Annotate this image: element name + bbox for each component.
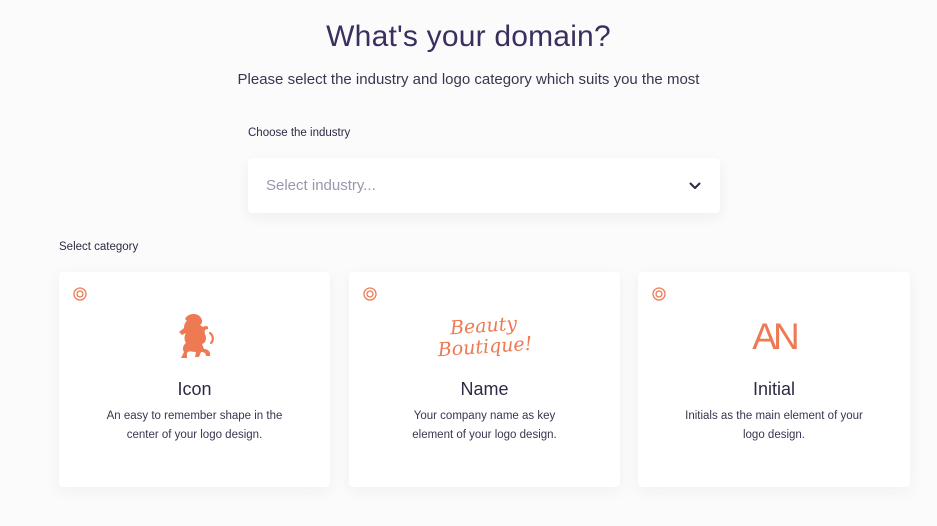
category-card-initial[interactable]: AN Initial Initials as the main element … xyxy=(638,272,910,487)
lion-rampant-icon xyxy=(59,310,330,364)
name-logo-sample: Beauty Boutique! xyxy=(349,310,620,364)
industry-select-placeholder: Select industry... xyxy=(266,177,376,194)
logo-sample-line2: Boutique! xyxy=(437,332,534,362)
card-description: Your company name as key element of your… xyxy=(412,410,557,441)
radio-button[interactable] xyxy=(73,287,87,301)
card-title: Name xyxy=(460,379,509,399)
category-card-icon[interactable]: Icon An easy to remember shape in the ce… xyxy=(59,272,330,487)
logo-sample-initials: AN xyxy=(752,316,799,357)
radio-button[interactable] xyxy=(363,287,377,301)
category-label: Select category xyxy=(59,241,139,253)
industry-label: Choose the industry xyxy=(248,127,351,139)
card-title: Icon xyxy=(177,379,212,399)
chevron-down-icon xyxy=(688,179,702,193)
industry-select[interactable]: Select industry... xyxy=(248,158,720,213)
card-description: An easy to remember shape in the center … xyxy=(106,410,283,441)
category-card-name[interactable]: Beauty Boutique! Name Your company name … xyxy=(349,272,620,487)
page-subtitle: Please select the industry and logo cate… xyxy=(237,71,700,88)
card-description: Initials as the main element of your log… xyxy=(685,410,863,441)
radio-button[interactable] xyxy=(652,287,666,301)
page-title: What's your domain? xyxy=(326,20,611,53)
initial-logo-sample: AN xyxy=(638,310,910,364)
card-title: Initial xyxy=(752,379,796,399)
